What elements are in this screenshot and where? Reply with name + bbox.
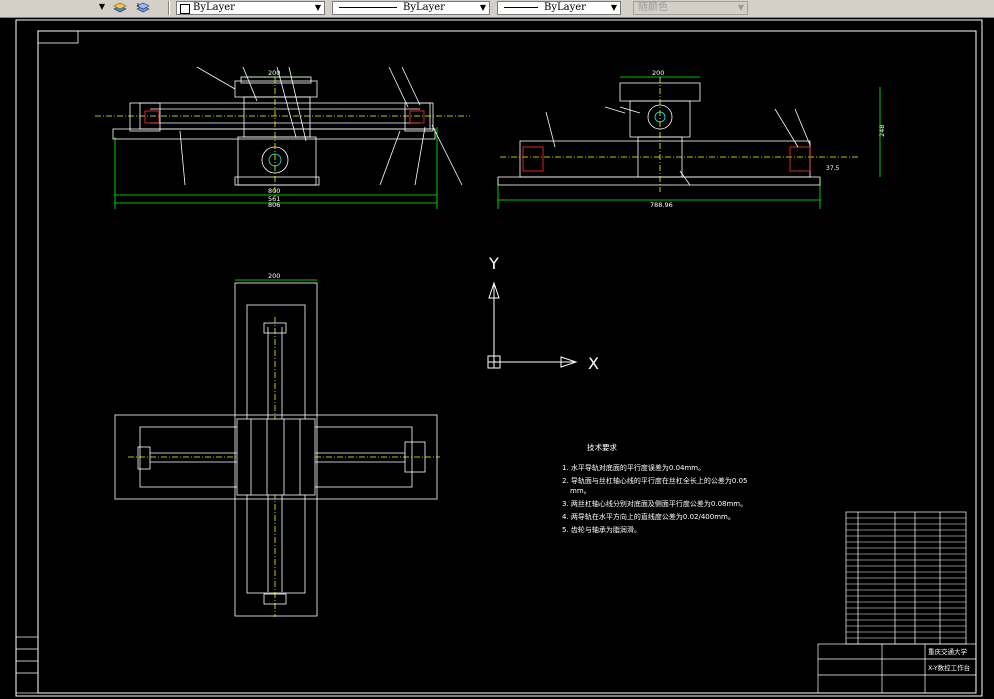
title-drawing-name: X-Y数控工作台 [928, 663, 970, 672]
dim-front-total: 806 [268, 201, 280, 209]
linetype-control-value: ByLayer [403, 2, 445, 13]
color-control-value: ByLayer [193, 2, 235, 13]
ucs-x-label: X [588, 354, 599, 373]
bom-rows [846, 517, 966, 639]
lineweight-control-dropdown[interactable]: ByLayer ▼ [497, 1, 621, 15]
dim-plan-top: 200 [268, 272, 280, 280]
requirement-item: 4. 两导轨在水平方向上的直线度公差为0.02/400mm。 [562, 513, 735, 521]
tech-requirements-list: 1. 水平导轨对底面的平行度误差为0.04mm。 2. 导轨面与丝杠轴心线的平行… [562, 463, 748, 535]
lineweight-control-value: ByLayer [544, 2, 586, 13]
chevron-down-icon[interactable]: ▼ [97, 2, 107, 12]
lineweight-sample-icon [504, 6, 538, 8]
plan-view [114, 279, 440, 617]
requirement-item: 1. 水平导轨对底面的平行度误差为0.04mm。 [562, 464, 706, 472]
chevron-down-icon[interactable]: ▼ [609, 3, 619, 13]
requirement-item: 2. 导轨面与丝杠轴心线的平行度在丝杠全长上的公差为0.05 [562, 477, 748, 485]
plotstyle-control-value: 随颜色 [638, 2, 668, 13]
requirement-item: 5. 齿轮与轴承为脂润滑。 [562, 526, 641, 534]
chevron-down-icon[interactable]: ▼ [313, 3, 323, 13]
make-object-layer-current-icon[interactable] [113, 1, 127, 14]
dim-side-total: 788.96 [650, 201, 673, 209]
dim-front-top: 200 [268, 69, 280, 77]
requirement-item: 3. 两丝杠轴心线分别对底面及侧面平行度公差为0.08mm。 [562, 500, 748, 508]
sheet-outer-border [15, 19, 983, 697]
drawing-canvas[interactable]: 200 561 800 806 200 788.96 248 37.5 200 … [0, 17, 994, 699]
title-block [15, 511, 977, 694]
properties-toolbar: ▼ ByLayer ▼ ByLayer ▼ ByLayer ▼ 随颜色 ▼ [0, 0, 994, 18]
layer-previous-icon[interactable] [136, 1, 150, 14]
dim-front-overall: 800 [268, 187, 280, 195]
tech-requirements-title: 技术要求 [587, 443, 617, 452]
color-swatch-icon [180, 4, 190, 14]
previous-dropdown-tail[interactable]: ▼ [0, 1, 109, 15]
ucs-icon [487, 281, 578, 369]
chevron-down-icon[interactable]: ▼ [478, 3, 488, 13]
dim-side-top: 200 [652, 69, 664, 77]
color-control-dropdown[interactable]: ByLayer ▼ [176, 1, 325, 15]
code-box [37, 30, 79, 44]
chevron-down-icon[interactable]: ▼ [736, 3, 746, 13]
dim-side-height: 248 [878, 125, 886, 137]
toolbar-separator [168, 1, 170, 15]
front-view [95, 66, 470, 209]
side-view [497, 76, 881, 209]
requirement-item: mm。 [570, 487, 591, 495]
linetype-sample-icon [339, 6, 397, 8]
title-school: 重庆交通大学 [928, 647, 968, 656]
plotstyle-control-dropdown[interactable]: 随颜色 ▼ [633, 1, 748, 15]
linetype-control-dropdown[interactable]: ByLayer ▼ [332, 1, 490, 15]
ucs-y-label: Y [488, 254, 499, 273]
dim-side-small: 37.5 [826, 165, 840, 172]
